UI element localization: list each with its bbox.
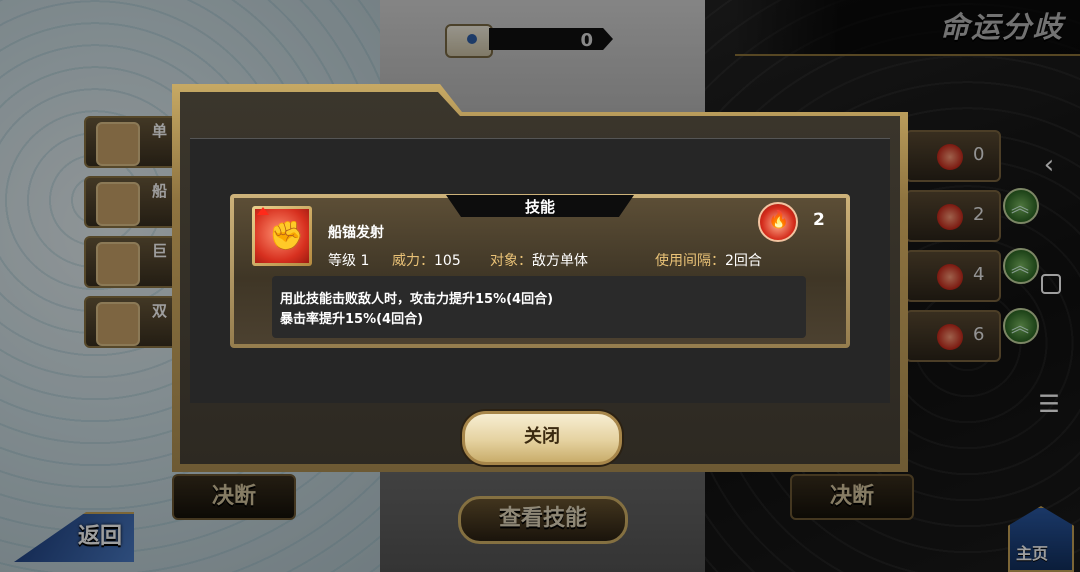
skill-target-value: 敌方单体 bbox=[532, 253, 588, 269]
skill-description-box bbox=[272, 276, 806, 338]
skill-interval-value: 2回合 bbox=[725, 253, 762, 269]
skill-cost: 2 bbox=[813, 210, 825, 230]
up-arrow-icon bbox=[257, 207, 269, 215]
skill-level-label: 等级 bbox=[328, 253, 356, 269]
skill-name: 船锚发射 bbox=[328, 225, 384, 241]
skill-target-label: 对象： bbox=[490, 253, 532, 269]
skill-interval: 使用间隔：2回合 bbox=[655, 250, 762, 270]
fist-icon bbox=[255, 209, 309, 263]
skill-interval-label: 使用间隔： bbox=[655, 253, 725, 269]
skill-power-value: 105 bbox=[434, 253, 461, 269]
skill-description-line: 暴击率提升15%(4回合) bbox=[280, 312, 424, 327]
skill-power: 威力：105 bbox=[392, 250, 461, 270]
skill-level-value: 1 bbox=[360, 253, 370, 269]
skill-target: 对象：敌方单体 bbox=[490, 250, 588, 270]
skill-level: 等级 1 bbox=[328, 250, 369, 270]
skill-header: 技能 bbox=[524, 198, 555, 216]
flame-cost-icon bbox=[758, 202, 798, 242]
skill-description-line: 用此技能击败敌人时，攻击力提升15%(4回合) bbox=[280, 292, 554, 307]
skill-fist-icon bbox=[252, 206, 312, 266]
skill-power-label: 威力： bbox=[392, 253, 434, 269]
close-button[interactable]: 关闭 bbox=[462, 411, 622, 465]
